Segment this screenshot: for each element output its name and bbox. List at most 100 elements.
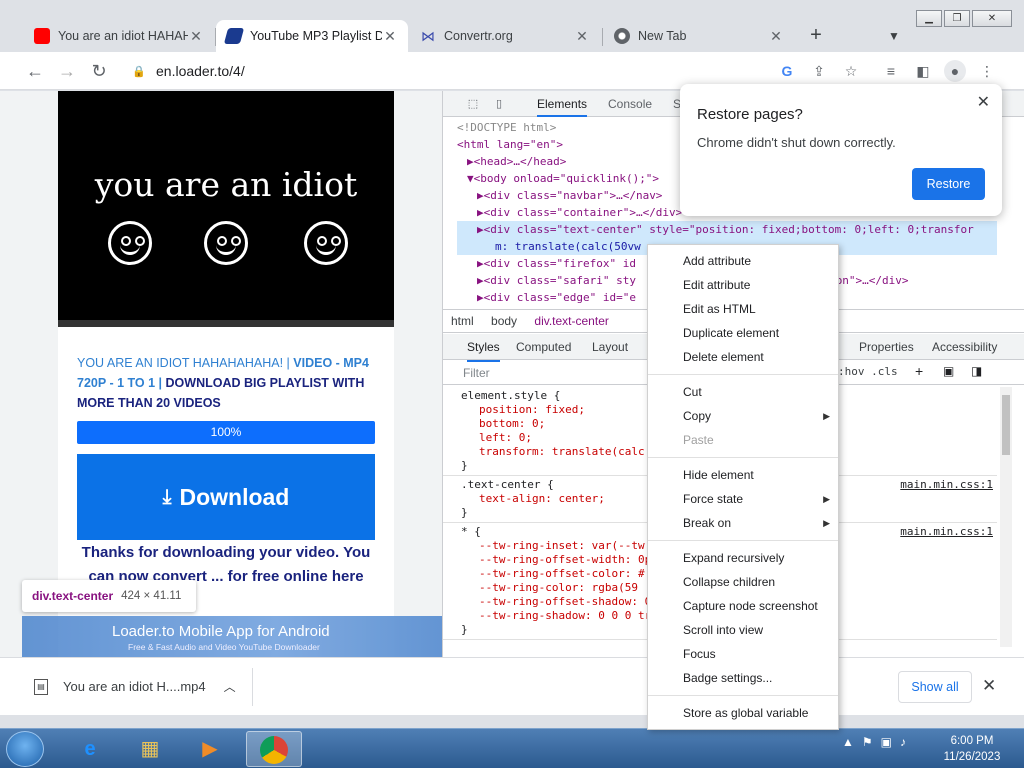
show-hidden-icons-icon[interactable]: ▲ (842, 735, 854, 749)
youtube-icon (34, 28, 50, 44)
tab-elements[interactable]: Elements (537, 91, 588, 117)
tab-styles[interactable]: Styles (467, 334, 500, 362)
video-thumbnail[interactable]: you are an idiot (58, 91, 394, 327)
styles-scrollbar[interactable] (1000, 387, 1012, 647)
tab-youtube[interactable]: You are an idiot HAHAHAHAHA! ✕ (24, 20, 214, 52)
tree-node-selected[interactable]: ▶<div class="text-center" style="positio… (457, 221, 997, 238)
restore-pages-popup: Restore pages? Chrome didn't shut down c… (680, 84, 1002, 216)
close-tab-icon[interactable]: ✕ (768, 28, 784, 45)
network-icon[interactable]: ▣ (881, 735, 892, 749)
restore-button[interactable]: Restore (912, 168, 985, 200)
tab-newtab[interactable]: New Tab ✕ (604, 20, 794, 52)
inspect-element-icon[interactable]: ⬚ (465, 96, 481, 112)
tab-convertr[interactable]: ⋈ Convertr.org ✕ (410, 20, 600, 52)
share-icon[interactable]: ⇪ (808, 60, 830, 82)
tab-computed[interactable]: Computed (516, 334, 571, 360)
chevron-up-icon[interactable]: ︿ (224, 678, 236, 695)
profile-avatar-icon[interactable]: ● (944, 60, 966, 82)
tab-loader[interactable]: YouTube MP3 Playlist Downloader ✕ (216, 20, 408, 52)
hov-cls-toggles[interactable]: :hov .cls (838, 365, 898, 378)
address-bar[interactable]: 🔒 en.loader.to/4/ (122, 57, 878, 85)
app-ad-banner[interactable]: Loader.to Mobile App for Android Free & … (22, 616, 442, 657)
show-all-button[interactable]: Show all (898, 671, 972, 703)
close-tab-icon[interactable]: ✕ (574, 28, 590, 45)
close-tab-icon[interactable]: ✕ (382, 28, 398, 45)
title-part-1: YOU ARE AN IDIOT HAHAHAHAHA! | (77, 356, 294, 370)
expand-arrow-icon[interactable]: ▶ (477, 291, 484, 304)
new-tab-button[interactable]: + (806, 24, 826, 48)
tab-accessibility[interactable]: Accessibility (932, 334, 997, 360)
menu-scroll-into-view[interactable]: Scroll into view (648, 618, 838, 642)
tab-title: New Tab (638, 29, 687, 43)
menu-hide-element[interactable]: Hide element (648, 463, 838, 487)
crumb-selected[interactable]: div.text-center (534, 314, 608, 328)
menu-break-on[interactable]: Break on ▶ (648, 511, 838, 535)
crumb-body[interactable]: body (491, 314, 517, 328)
menu-store-as-global-variable[interactable]: Store as global variable (648, 701, 838, 725)
context-menu: Add attribute Edit attribute Edit as HTM… (647, 244, 839, 730)
sidebar-toggle-icon[interactable]: ◨ (971, 364, 982, 378)
minimize-button[interactable]: ▁ (916, 10, 942, 27)
chrome-icon (614, 28, 630, 44)
side-panel-icon[interactable]: ◧ (912, 60, 934, 82)
download-item[interactable]: ▤ You are an idiot H....mp4 ︿ (34, 678, 236, 695)
menu-add-attribute[interactable]: Add attribute (648, 249, 838, 273)
filter-input[interactable]: Filter (463, 366, 490, 380)
menu-expand-recursively[interactable]: Expand recursively (648, 546, 838, 570)
menu-edit-as-html[interactable]: Edit as HTML (648, 297, 838, 321)
tab-properties[interactable]: Properties (859, 334, 914, 360)
title-bar: ▁ ❐ ✕ You are an idiot HAHAHAHAHA! ✕ You… (0, 0, 1024, 52)
close-icon[interactable]: ✕ (982, 676, 996, 696)
expand-arrow-icon[interactable]: ▶ (477, 274, 484, 287)
expand-arrow-icon[interactable]: ▶ (467, 155, 474, 168)
volume-muted-icon[interactable]: ♪ (900, 735, 906, 749)
ad-title: Loader.to Mobile App for Android (112, 623, 330, 640)
start-button[interactable] (6, 731, 44, 767)
tooltip-selector: div.text-center (32, 589, 114, 603)
tab-layout[interactable]: Layout (592, 334, 628, 360)
file-icon: ▤ (34, 678, 48, 695)
expand-arrow-icon[interactable]: ▶ (477, 257, 484, 270)
google-icon[interactable]: G (776, 60, 798, 82)
close-window-button[interactable]: ✕ (972, 10, 1012, 27)
menu-cut[interactable]: Cut (648, 380, 838, 404)
video-title: YOU ARE AN IDIOT HAHAHAHAHA! | VIDEO - M… (77, 353, 377, 413)
menu-edit-attribute[interactable]: Edit attribute (648, 273, 838, 297)
menu-badge-settings[interactable]: Badge settings... (648, 666, 838, 690)
bookmark-star-icon[interactable]: ☆ (840, 60, 862, 82)
expand-arrow-icon[interactable]: ▶ (477, 223, 484, 236)
menu-focus[interactable]: Focus (648, 642, 838, 666)
expand-arrow-icon[interactable]: ▶ (477, 206, 484, 219)
chrome-taskbar-icon[interactable] (246, 731, 302, 767)
menu-collapse-children[interactable]: Collapse children (648, 570, 838, 594)
reload-icon[interactable]: ↻ (86, 58, 112, 84)
collapse-arrow-icon[interactable]: ▼ (467, 172, 474, 185)
media-player-icon[interactable]: ▶ (182, 731, 238, 767)
action-center-flag-icon[interactable]: ⚑ (862, 735, 873, 749)
new-rule-icon[interactable]: + (915, 363, 923, 379)
menu-force-state[interactable]: Force state ▶ (648, 487, 838, 511)
close-icon[interactable]: ✕ (977, 92, 990, 112)
clock[interactable]: 6:00 PM 11/26/2023 (932, 733, 1012, 765)
stylesheet-link[interactable]: main.min.css:1 (900, 525, 993, 539)
tab-search-icon[interactable]: ▼ (884, 24, 904, 48)
forward-arrow-icon[interactable]: → (54, 58, 80, 84)
menu-copy[interactable]: Copy ▶ (648, 404, 838, 428)
internet-explorer-icon[interactable]: e (62, 731, 118, 767)
menu-kebab-icon[interactable]: ⋮ (976, 60, 998, 82)
device-toolbar-icon[interactable]: ▯ (491, 96, 507, 112)
file-explorer-icon[interactable]: ▦ (122, 731, 178, 767)
stylesheet-link[interactable]: main.min.css:1 (900, 478, 993, 492)
crumb-html[interactable]: html (451, 314, 474, 328)
menu-capture-node-screenshot[interactable]: Capture node screenshot (648, 594, 838, 618)
maximize-button[interactable]: ❐ (944, 10, 970, 27)
paint-icon[interactable]: ▣ (943, 364, 954, 378)
back-arrow-icon[interactable]: ← (22, 58, 48, 84)
menu-delete-element[interactable]: Delete element (648, 345, 838, 369)
reading-list-icon[interactable]: ≡ (880, 60, 902, 82)
menu-duplicate-element[interactable]: Duplicate element (648, 321, 838, 345)
expand-arrow-icon[interactable]: ▶ (477, 189, 484, 202)
download-button[interactable]: ⤓ Download (77, 454, 375, 540)
tab-console[interactable]: Console (608, 91, 652, 117)
close-tab-icon[interactable]: ✕ (188, 28, 204, 45)
